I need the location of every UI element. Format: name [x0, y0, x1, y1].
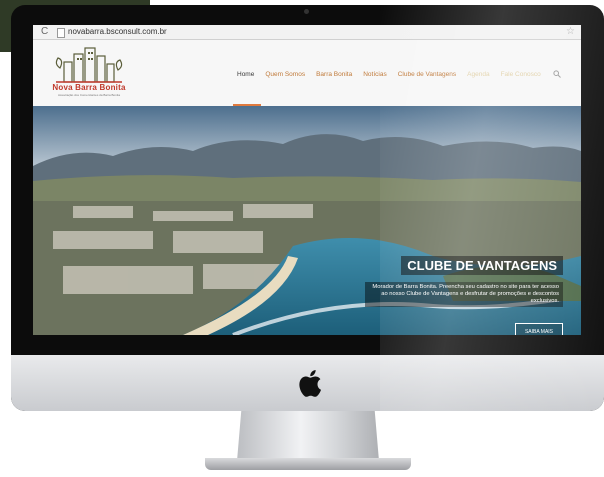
logo-title: Nova Barra Bonita — [52, 83, 126, 92]
hero-banner: CLUBE DE VANTAGENS Morador de Barra Boni… — [33, 106, 581, 335]
hero-text: Morador de Barra Bonita. Preencha seu ca… — [365, 282, 563, 307]
reload-icon[interactable]: C — [41, 26, 48, 38]
search-icon[interactable] — [553, 70, 561, 80]
logo-buildings-icon — [55, 47, 123, 83]
monitor-foot — [205, 458, 411, 470]
monitor-stand — [237, 411, 379, 461]
camera-icon — [304, 9, 309, 14]
site-logo[interactable]: Nova Barra Bonita Associação dos Comerci… — [50, 46, 128, 102]
nav-item-quem-somos[interactable]: Quem Somos — [265, 68, 305, 82]
hero-title: CLUBE DE VANTAGENS — [401, 256, 563, 275]
logo-subtitle: Associação dos Comerciantes da Barra Bon… — [57, 93, 121, 97]
apple-logo-icon — [299, 370, 321, 397]
site-header: Nova Barra Bonita Associação dos Comerci… — [33, 40, 581, 107]
saiba-mais-button[interactable]: SAIBA MAIS — [515, 323, 563, 335]
page-icon — [57, 28, 65, 38]
nav-item-home[interactable]: Home — [237, 68, 254, 82]
nav-item-agenda[interactable]: Agenda — [467, 68, 489, 82]
nav-item-fale-conosco[interactable]: Fale Conosco — [501, 68, 541, 82]
bookmark-star-icon[interactable]: ☆ — [566, 25, 575, 38]
browser-address-bar: C novabarra.bsconsult.com.br ☆ — [33, 25, 581, 40]
nav-item-barra-bonita[interactable]: Barra Bonita — [316, 68, 352, 82]
url-field[interactable]: novabarra.bsconsult.com.br — [68, 26, 167, 38]
screen: C novabarra.bsconsult.com.br ☆ Nova Barr… — [33, 25, 581, 335]
nav-item-noticias[interactable]: Notícias — [363, 68, 386, 82]
main-nav: Home Quem Somos Barra Bonita Notícias Cl… — [237, 68, 541, 82]
nav-item-clube-de-vantagens[interactable]: Clube de Vantagens — [398, 68, 456, 82]
